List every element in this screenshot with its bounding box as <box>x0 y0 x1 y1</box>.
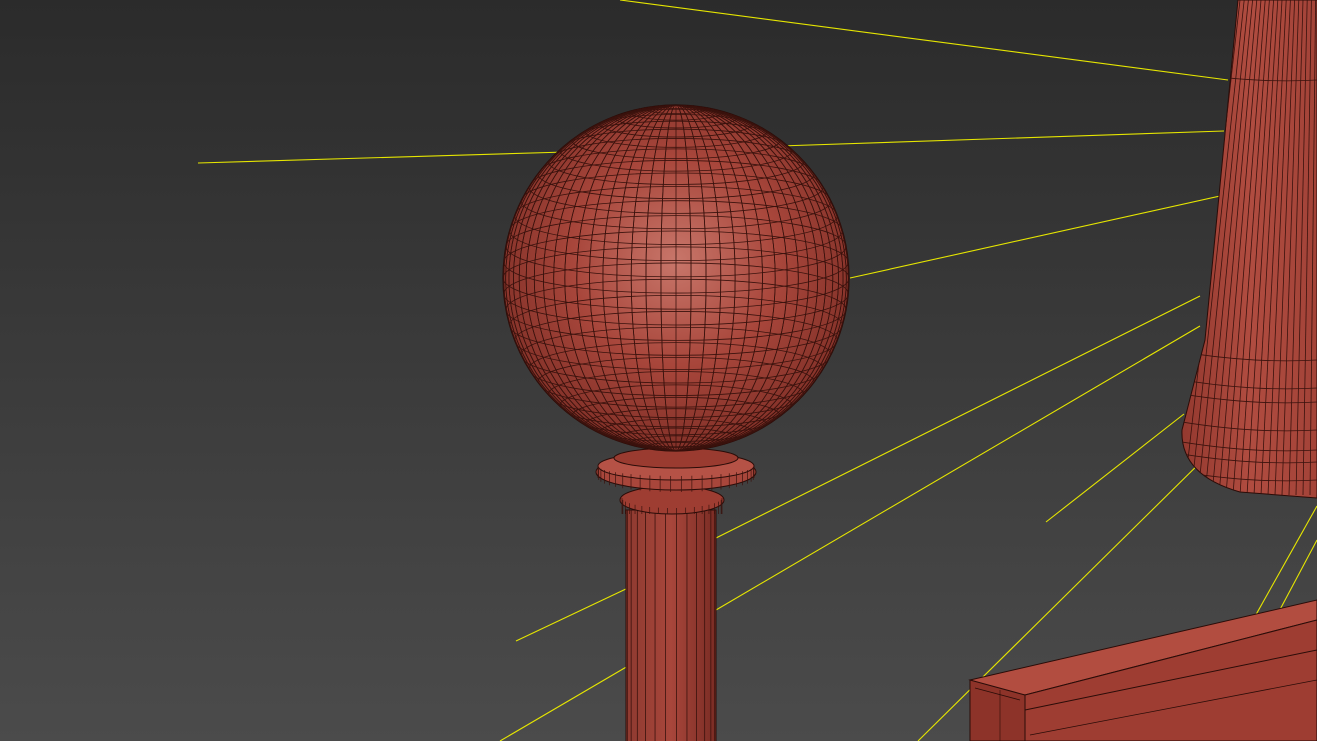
3d-viewport[interactable] <box>0 0 1317 741</box>
sphere-lamp-globe[interactable] <box>502 102 850 454</box>
viewport-canvas[interactable] <box>0 0 1317 741</box>
